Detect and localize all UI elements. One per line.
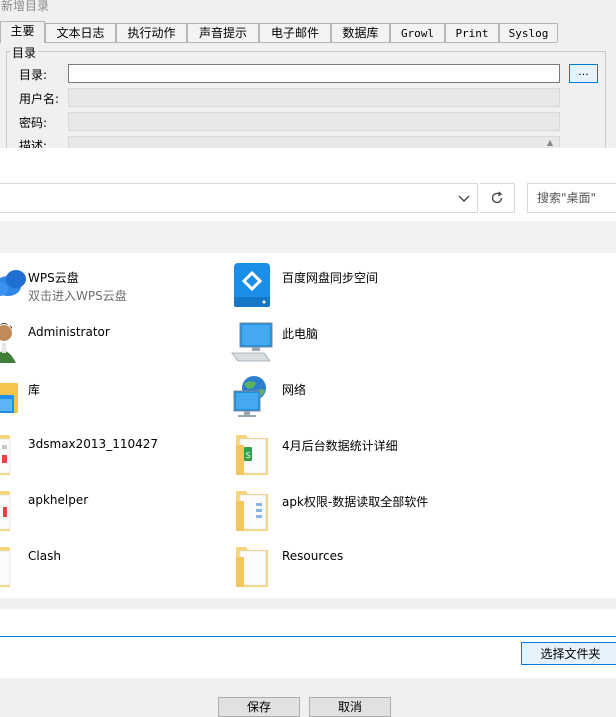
tab-growl[interactable]: Growl xyxy=(390,23,445,42)
tab-divider xyxy=(0,42,557,43)
tab-syslog[interactable]: Syslog xyxy=(499,23,558,42)
list-item[interactable]: 3dsmax2013_110427 xyxy=(0,431,226,481)
item-name: 百度网盘同步空间 xyxy=(282,271,379,285)
window-title: 新增目录 xyxy=(1,0,50,13)
list-bottom-separator xyxy=(0,598,616,609)
item-name: Clash xyxy=(28,549,61,563)
list-item[interactable]: WPS云盘 双击进入WPS云盘 xyxy=(0,263,226,313)
folder-icon xyxy=(230,543,274,591)
password-label: 密码: xyxy=(19,116,48,130)
list-item[interactable]: 库 xyxy=(0,375,226,425)
browse-button[interactable]: ... xyxy=(569,64,598,83)
search-input[interactable]: 搜索"桌面" xyxy=(527,183,616,213)
save-button[interactable]: 保存 xyxy=(218,697,300,717)
list-item[interactable]: apk权限-数据读取全部软件 xyxy=(230,487,610,537)
tab-execute-action[interactable]: 执行动作 xyxy=(116,23,187,42)
address-bar[interactable] xyxy=(0,183,478,213)
folder-icon: S xyxy=(230,431,274,479)
username-label: 用户名: xyxy=(19,92,60,106)
item-name: 网络 xyxy=(282,383,307,397)
group-title: 目录 xyxy=(10,44,39,61)
item-name: 4月后台数据统计详细 xyxy=(282,439,398,453)
list-item[interactable]: Resources xyxy=(230,543,610,593)
cancel-button[interactable]: 取消 xyxy=(309,697,391,717)
item-name: Resources xyxy=(282,549,344,563)
scroll-up-icon[interactable]: ▲ xyxy=(543,138,557,148)
item-subtitle: 双击进入WPS云盘 xyxy=(28,289,127,303)
tab-text-log[interactable]: 文本日志 xyxy=(45,23,116,42)
tab-main[interactable]: 主要 xyxy=(0,21,45,43)
item-name: 此电脑 xyxy=(282,327,319,341)
list-item[interactable]: Clash xyxy=(0,543,226,593)
item-name: Administrator xyxy=(28,325,110,339)
svg-text:S: S xyxy=(245,451,250,460)
list-item[interactable]: 此电脑 xyxy=(230,319,610,369)
item-name: 3dsmax2013_110427 xyxy=(28,437,158,451)
network-icon xyxy=(230,375,274,423)
list-item[interactable]: 网络 xyxy=(230,375,610,425)
baidu-netdisk-icon xyxy=(230,263,274,311)
folder-name-field-border[interactable] xyxy=(0,636,616,637)
item-name: apkhelper xyxy=(28,493,89,507)
chevron-down-icon[interactable] xyxy=(456,190,472,206)
list-header-band xyxy=(0,221,616,253)
tab-strip: 主要 文本日志 执行动作 声音提示 电子邮件 数据库 Growl Print S… xyxy=(0,21,616,43)
item-name: 库 xyxy=(28,383,41,397)
computer-icon xyxy=(230,319,274,367)
tab-print[interactable]: Print xyxy=(445,23,499,42)
list-item[interactable]: apkhelper xyxy=(0,487,226,537)
item-name: apk权限-数据读取全部软件 xyxy=(282,495,429,509)
tab-database[interactable]: 数据库 xyxy=(331,23,390,42)
dialog-footer xyxy=(0,678,616,717)
folder-icon xyxy=(230,487,274,535)
refresh-icon[interactable] xyxy=(480,183,515,213)
username-input[interactable] xyxy=(68,88,560,107)
select-folder-button[interactable]: 选择文件夹 xyxy=(521,642,616,665)
directory-label: 目录: xyxy=(19,68,48,82)
list-item[interactable]: Administrator xyxy=(0,319,226,369)
tab-sound[interactable]: 声音提示 xyxy=(187,23,259,42)
directory-input[interactable] xyxy=(68,64,560,83)
list-item[interactable]: S 4月后台数据统计详细 xyxy=(230,431,610,481)
tab-email[interactable]: 电子邮件 xyxy=(259,23,331,42)
password-input[interactable] xyxy=(68,112,560,131)
list-item[interactable]: 百度网盘同步空间 xyxy=(230,263,610,313)
item-name: WPS云盘 xyxy=(28,271,79,285)
